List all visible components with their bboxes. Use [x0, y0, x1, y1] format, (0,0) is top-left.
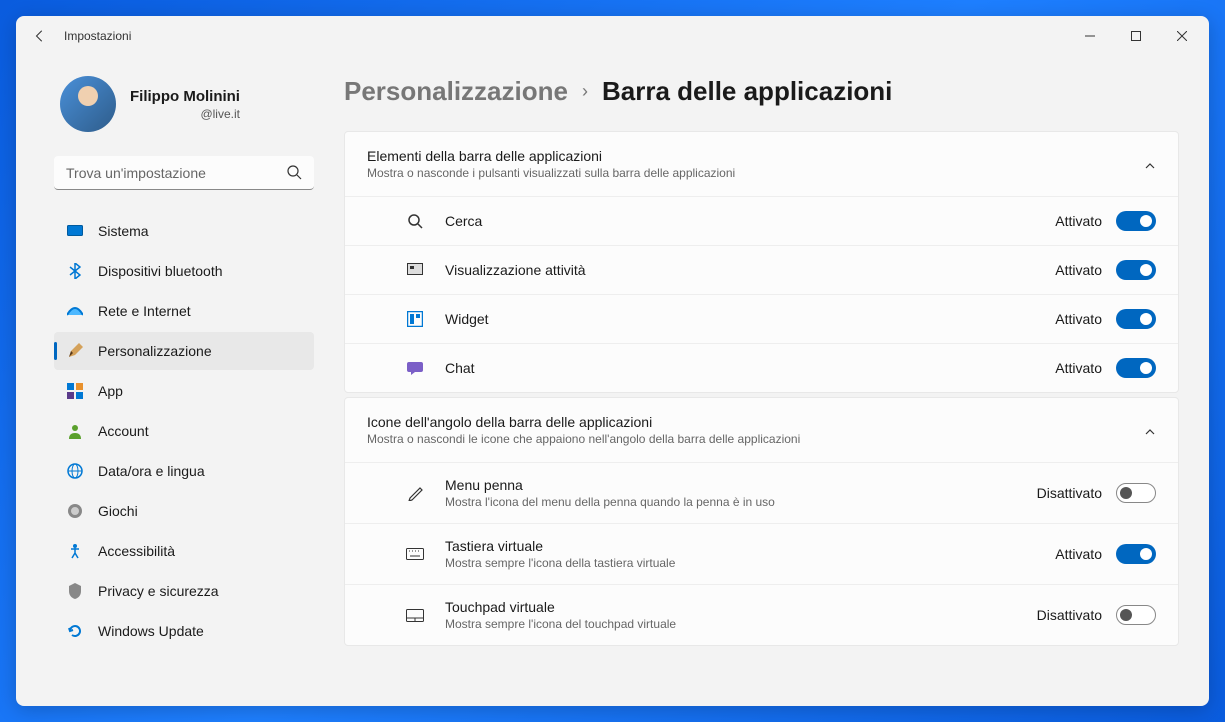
- row-cerca: Cerca Attivato: [345, 196, 1178, 245]
- chevron-up-icon: [1144, 155, 1156, 173]
- network-icon: [66, 302, 84, 320]
- nav-list: Sistema Dispositivi bluetooth Rete e Int…: [54, 212, 314, 652]
- chevron-right-icon: ›: [582, 81, 588, 102]
- user-name: Filippo Molinini: [130, 88, 240, 105]
- breadcrumb-current: Barra delle applicazioni: [602, 76, 892, 107]
- search-icon: [286, 164, 302, 185]
- time-language-icon: [66, 462, 84, 480]
- toggle-task-view[interactable]: [1116, 260, 1156, 280]
- nav-item-rete[interactable]: Rete e Internet: [54, 292, 314, 330]
- update-icon: [66, 622, 84, 640]
- keyboard-icon: [403, 548, 427, 560]
- nav-item-update[interactable]: Windows Update: [54, 612, 314, 650]
- privacy-icon: [66, 582, 84, 600]
- section-taskbar-items: Elementi della barra delle applicazioni …: [344, 131, 1179, 393]
- nav-item-giochi[interactable]: Giochi: [54, 492, 314, 530]
- section-header[interactable]: Elementi della barra delle applicazioni …: [345, 132, 1178, 196]
- touchpad-icon: [403, 609, 427, 622]
- toggle-cerca[interactable]: [1116, 211, 1156, 231]
- gaming-icon: [66, 502, 84, 520]
- user-email: @live.it: [130, 107, 240, 121]
- system-icon: [66, 222, 84, 240]
- window-title: Impostazioni: [64, 29, 131, 43]
- nav-item-account[interactable]: Account: [54, 412, 314, 450]
- user-info[interactable]: Filippo Molinini @live.it: [54, 76, 314, 132]
- row-widget: Widget Attivato: [345, 294, 1178, 343]
- row-touchpad-virtuale: Touchpad virtualeMostra sempre l'icona d…: [345, 584, 1178, 645]
- sidebar: Filippo Molinini @live.it Sistema Dispos…: [16, 56, 326, 706]
- search-box: [54, 156, 314, 190]
- accessibility-icon: [66, 542, 84, 560]
- settings-window: Impostazioni Filippo Molinini @live.it S…: [16, 16, 1209, 706]
- minimize-button[interactable]: [1067, 16, 1113, 56]
- apps-icon: [66, 382, 84, 400]
- section-corner-icons: Icone dell'angolo della barra delle appl…: [344, 397, 1179, 646]
- chevron-up-icon: [1144, 421, 1156, 439]
- nav-item-data-ora[interactable]: Data/ora e lingua: [54, 452, 314, 490]
- bluetooth-icon: [66, 262, 84, 280]
- toggle-tastiera-virtuale[interactable]: [1116, 544, 1156, 564]
- chat-icon: [403, 360, 427, 376]
- search-icon: [403, 213, 427, 229]
- account-icon: [66, 422, 84, 440]
- nav-item-privacy[interactable]: Privacy e sicurezza: [54, 572, 314, 610]
- nav-item-app[interactable]: App: [54, 372, 314, 410]
- nav-item-personalizzazione[interactable]: Personalizzazione: [54, 332, 314, 370]
- close-button[interactable]: [1159, 16, 1205, 56]
- nav-item-sistema[interactable]: Sistema: [54, 212, 314, 250]
- toggle-touchpad-virtuale[interactable]: [1116, 605, 1156, 625]
- row-chat: Chat Attivato: [345, 343, 1178, 392]
- task-view-icon: [403, 263, 427, 277]
- row-task-view: Visualizzazione attività Attivato: [345, 245, 1178, 294]
- avatar: [60, 76, 116, 132]
- window-controls: [1067, 16, 1205, 56]
- breadcrumb-parent[interactable]: Personalizzazione: [344, 76, 568, 107]
- main-content: Personalizzazione › Barra delle applicaz…: [326, 56, 1209, 706]
- row-menu-penna: Menu pennaMostra l'icona del menu della …: [345, 462, 1178, 523]
- widget-icon: [403, 311, 427, 327]
- toggle-widget[interactable]: [1116, 309, 1156, 329]
- breadcrumb: Personalizzazione › Barra delle applicaz…: [344, 76, 1179, 107]
- search-input[interactable]: [54, 156, 314, 190]
- pen-icon: [403, 485, 427, 501]
- titlebar: Impostazioni: [16, 16, 1209, 56]
- nav-item-bluetooth[interactable]: Dispositivi bluetooth: [54, 252, 314, 290]
- section-header[interactable]: Icone dell'angolo della barra delle appl…: [345, 398, 1178, 462]
- nav-item-accessibilita[interactable]: Accessibilità: [54, 532, 314, 570]
- personalization-icon: [66, 342, 84, 360]
- row-tastiera-virtuale: Tastiera virtualeMostra sempre l'icona d…: [345, 523, 1178, 584]
- toggle-chat[interactable]: [1116, 358, 1156, 378]
- toggle-menu-penna[interactable]: [1116, 483, 1156, 503]
- back-button[interactable]: [20, 16, 60, 56]
- maximize-button[interactable]: [1113, 16, 1159, 56]
